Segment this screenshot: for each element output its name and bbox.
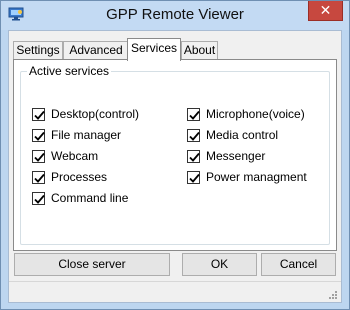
service-label: Processes	[51, 170, 108, 184]
resize-grip-icon[interactable]	[328, 289, 338, 299]
checkmark-icon	[34, 131, 45, 141]
service-file-manager[interactable]: File manager	[32, 127, 121, 143]
tab-services[interactable]: Services	[127, 38, 181, 61]
service-desktop-control[interactable]: Desktop(control)	[32, 106, 139, 122]
checkmark-icon	[34, 194, 45, 204]
checkbox-media-control[interactable]	[187, 128, 200, 142]
checkmark-icon	[189, 152, 200, 162]
ok-button[interactable]: OK	[182, 253, 257, 276]
service-label: Power managment	[206, 170, 307, 184]
service-label: Command line	[51, 191, 129, 205]
group-label: Active services	[27, 64, 112, 78]
checkbox-power-management[interactable]	[187, 170, 200, 184]
app-window: GPP Remote Viewer ✕ Settings Advanced Se…	[0, 0, 350, 310]
service-media-control[interactable]: Media control	[187, 127, 278, 143]
close-window-button[interactable]: ✕	[308, 1, 343, 21]
checkmark-icon	[34, 152, 45, 162]
checkbox-messenger[interactable]	[187, 149, 200, 163]
checkbox-microphone-voice[interactable]	[187, 107, 200, 121]
service-label: Messenger	[206, 149, 266, 163]
checkbox-desktop-control[interactable]	[32, 107, 45, 121]
checkmark-icon	[34, 173, 45, 183]
window-title: GPP Remote Viewer	[106, 6, 244, 23]
service-messenger[interactable]: Messenger	[187, 148, 265, 164]
checkmark-icon	[34, 110, 45, 120]
service-label: File manager	[51, 128, 122, 142]
checkbox-webcam[interactable]	[32, 149, 45, 163]
checkmark-icon	[189, 173, 200, 183]
close-server-button[interactable]: Close server	[14, 253, 170, 276]
service-power-management[interactable]: Power managment	[187, 169, 307, 185]
cancel-button[interactable]: Cancel	[261, 253, 336, 276]
tab-about[interactable]: About	[181, 41, 218, 60]
service-label: Desktop(control)	[51, 107, 140, 121]
client-area: Settings Advanced Services About Active …	[8, 30, 342, 303]
checkmark-icon	[189, 131, 200, 141]
title-bar[interactable]: GPP Remote Viewer ✕	[1, 1, 349, 30]
checkmark-icon	[189, 110, 200, 120]
service-processes[interactable]: Processes	[32, 169, 107, 185]
active-services-group: Active services Desktop(control) File ma…	[20, 64, 330, 245]
service-label: Media control	[206, 128, 279, 142]
checkbox-command-line[interactable]	[32, 191, 45, 205]
service-label: Microphone(voice)	[206, 107, 305, 121]
checkbox-file-manager[interactable]	[32, 128, 45, 142]
service-webcam[interactable]: Webcam	[32, 148, 98, 164]
service-microphone-voice[interactable]: Microphone(voice)	[187, 106, 305, 122]
tab-advanced[interactable]: Advanced	[63, 41, 129, 60]
service-label: Webcam	[51, 149, 99, 163]
tab-settings[interactable]: Settings	[13, 41, 63, 60]
service-command-line[interactable]: Command line	[32, 190, 128, 206]
status-bar	[9, 281, 341, 302]
checkbox-processes[interactable]	[32, 170, 45, 184]
services-tab-panel: Active services Desktop(control) File ma…	[13, 59, 337, 251]
